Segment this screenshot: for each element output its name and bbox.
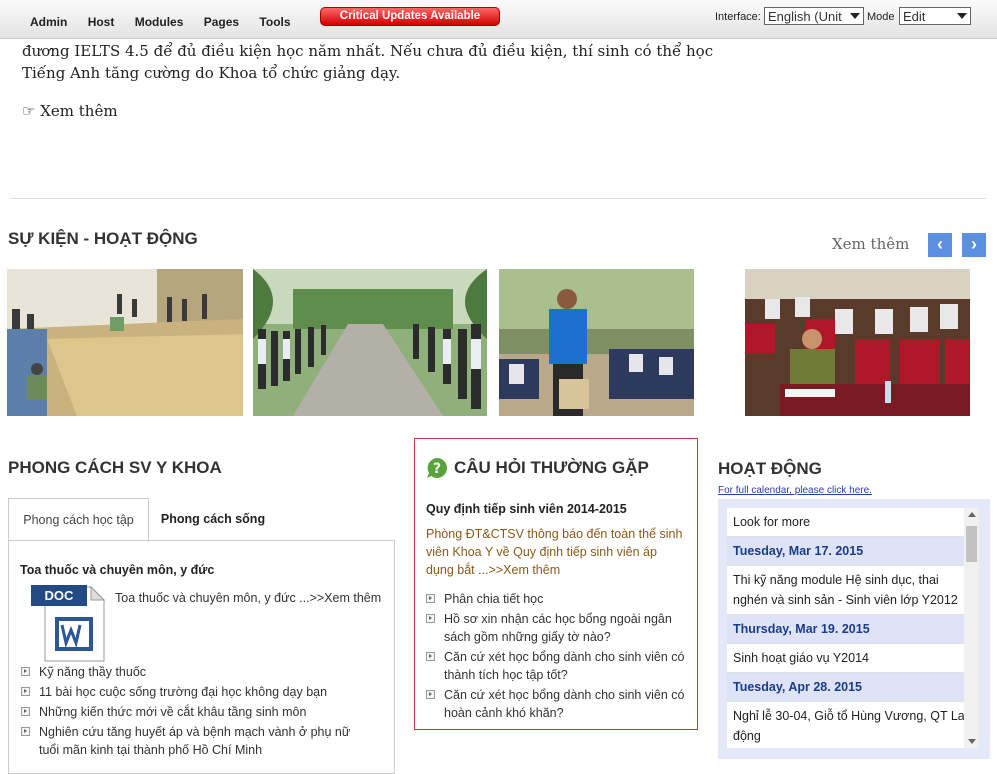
events-more-link[interactable]: Xem thêm — [832, 235, 909, 253]
mode-select[interactable]: Edit — [899, 7, 971, 25]
menu-modules[interactable]: Modules — [135, 15, 184, 29]
list-item[interactable]: Kỹ năng thầy thuốc — [21, 663, 371, 681]
chevron-down-icon — [850, 13, 860, 19]
lifestyle-tab-panel: Toa thuốc và chuyên môn, y đức DOC Toa t… — [8, 540, 395, 774]
calendar-item[interactable]: Thi kỹ năng module Hệ sinh dục, thai ngh… — [727, 566, 979, 615]
faq-article-title[interactable]: Quy định tiếp sinh viên 2014-2015 — [426, 502, 627, 516]
intro-text: đương IELTS 4.5 để đủ điều kiện học năm … — [22, 40, 722, 84]
mode-label: Mode — [867, 11, 895, 23]
faq-summary[interactable]: Phòng ĐT&CTSV thông báo đến toàn thể sin… — [426, 525, 688, 579]
svg-text:?: ? — [433, 461, 441, 477]
admin-menu: Admin Host Modules Pages Tools — [30, 15, 308, 29]
full-calendar-link[interactable]: For full calendar, please click here. — [718, 485, 872, 496]
calendar-list: Look for more Tuesday, Mar 17. 2015 Thi … — [727, 508, 979, 748]
doc-badge: DOC — [44, 588, 74, 603]
menu-host[interactable]: Host — [88, 15, 115, 29]
question-icon: ? — [426, 457, 448, 479]
mode-select-value: Edit — [903, 9, 926, 24]
menu-pages[interactable]: Pages — [204, 15, 239, 29]
lifestyle-article-summary[interactable]: Toa thuốc và chuyên môn, y đức ...>>Xem … — [115, 591, 381, 605]
chevron-right-icon: › — [971, 234, 977, 254]
lifestyle-list: Kỹ năng thầy thuốc 11 bài học cuộc sống … — [21, 663, 371, 761]
list-item[interactable]: 11 bài học cuộc sống trường đại học khôn… — [21, 683, 371, 701]
menu-admin[interactable]: Admin — [30, 15, 67, 29]
list-item[interactable]: Căn cứ xét học bổng dành cho sinh viên c… — [426, 686, 688, 722]
chevron-left-icon: ‹ — [937, 234, 943, 254]
menu-tools[interactable]: Tools — [259, 15, 290, 29]
interface-select[interactable]: English (Unit — [764, 7, 864, 25]
calendar-date: Tuesday, Mar 17. 2015 — [727, 537, 979, 566]
scroll-thumb[interactable] — [966, 526, 977, 562]
divider — [10, 198, 986, 199]
doc-file-icon: DOC — [31, 583, 106, 663]
intro-line-2: Tiếng Anh tăng cường do Khoa tổ chức giả… — [22, 64, 401, 82]
interface-label: Interface: — [715, 11, 761, 23]
calendar-item[interactable]: Sinh hoạt giáo vụ Y2014 — [727, 644, 979, 673]
calendar-item[interactable]: Look for more — [727, 508, 979, 537]
intro-more-link[interactable]: ☞ Xem thêm — [22, 102, 118, 120]
carousel-next-button[interactable]: › — [962, 233, 986, 257]
critical-updates-button[interactable]: Critical Updates Available — [320, 7, 500, 26]
scroll-up-icon[interactable] — [968, 512, 976, 517]
list-item[interactable]: Phân chia tiết học — [426, 590, 688, 608]
interface-select-value: English (Unit — [768, 9, 842, 24]
faq-box: ? CÂU HỎI THƯỜNG GẶP Quy định tiếp sinh … — [414, 438, 698, 730]
list-item[interactable]: Căn cứ xét học bổng dành cho sinh viên c… — [426, 648, 688, 684]
tab-study-style[interactable]: Phong cách học tập — [8, 498, 149, 542]
list-item[interactable]: Những kiến thức mới về cắt khâu tầng sin… — [21, 703, 371, 721]
carousel-prev-button[interactable]: ‹ — [928, 233, 952, 257]
intro-line-1: đương IELTS 4.5 để đủ điều kiện học năm … — [22, 42, 714, 60]
tab-life-style[interactable]: Phong cách sống — [158, 498, 268, 540]
events-title: SỰ KIỆN - HOẠT ĐỘNG — [8, 229, 198, 248]
lifestyle-article-title[interactable]: Toa thuốc và chuyên môn, y đức — [20, 563, 214, 577]
scroll-down-icon[interactable] — [968, 739, 976, 744]
list-item[interactable]: Nghiên cứu tăng huyết áp và bệnh mạch và… — [21, 723, 371, 759]
faq-title: CÂU HỎI THƯỜNG GẶP — [454, 458, 649, 477]
activities-title: HOẠT ĐỘNG — [718, 459, 822, 478]
faq-list: Phân chia tiết học Hồ sơ xin nhận các họ… — [426, 590, 688, 724]
calendar-date: Tuesday, Apr 28. 2015 — [727, 673, 979, 702]
lifestyle-title: PHONG CÁCH SV Y KHOA — [8, 458, 222, 477]
calendar-box: Look for more Tuesday, Mar 17. 2015 Thi … — [718, 499, 990, 759]
calendar-item[interactable]: Nghỉ lễ 30-04, Giỗ tổ Hùng Vương, QT Lao… — [727, 702, 979, 748]
calendar-scrollbar[interactable] — [964, 508, 979, 748]
lifestyle-tabs: Phong cách học tập Phong cách sống — [8, 498, 394, 542]
event-photo-4[interactable] — [745, 269, 970, 416]
event-photo-1[interactable] — [7, 269, 243, 416]
event-photo-2[interactable] — [253, 269, 487, 416]
list-item[interactable]: Hồ sơ xin nhận các học bổng ngoài ngân s… — [426, 610, 688, 646]
chevron-down-icon — [957, 13, 967, 19]
event-photo-3[interactable] — [499, 269, 694, 416]
calendar-date: Thursday, Mar 19. 2015 — [727, 615, 979, 644]
admin-control-bar: Admin Host Modules Pages Tools Critical … — [0, 0, 997, 39]
